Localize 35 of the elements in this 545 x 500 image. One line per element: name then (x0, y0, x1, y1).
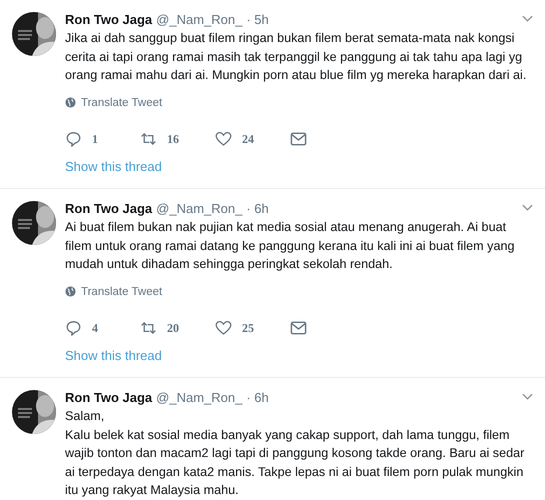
author-handle: @_Nam_Ron_ (156, 200, 242, 216)
author-name[interactable]: Ron Two Jaga (65, 200, 152, 216)
like-count: 25 (242, 320, 254, 336)
chevron-down-icon[interactable] (522, 393, 533, 401)
retweet-icon[interactable] (140, 131, 157, 147)
tweet-text: Jika ai dah sanggup buat filem ringan bukan filem berat semata-mata nak kongsi cerita ai tapi orang ramai masih tak terpanggil ke panggung ai tak tahu apa lagi yg orang ramai mahu dari ai. Mungkin porn atau blue film yg mereka harapkan dari ai. (65, 30, 528, 84)
heart-icon[interactable] (215, 320, 232, 336)
envelope-icon[interactable] (290, 320, 307, 336)
tweet-time: · 5h (246, 12, 269, 26)
tweet-text: Salam, Kalu belek kat sosial media banyak yang cakap support, dah lama tunggu, filem wajib tonton dan macam2 lagi tapi di panggung kosong takde orang. Baru ai sedar ai terpedaya dengan kata2 manis. Takpe lepas ni ai buat filem porn pulak mungkin itu yang rakyat Malaysia mahu. (65, 408, 526, 499)
reply-icon[interactable] (65, 131, 82, 147)
globe-icon (65, 286, 76, 297)
retweet-count: 20 (167, 320, 179, 336)
envelope-icon[interactable] (290, 131, 307, 147)
chevron-down-icon[interactable] (522, 204, 533, 212)
reply-icon[interactable] (65, 320, 82, 336)
globe-icon (65, 97, 76, 108)
show-thread-link[interactable]: Show this thread (65, 348, 162, 363)
retweet-icon[interactable] (140, 320, 157, 336)
translate-link[interactable]: Translate Tweet (65, 286, 162, 298)
retweet-count: 16 (167, 132, 179, 146)
translate-link[interactable]: Translate Tweet (65, 96, 162, 108)
tweet-time: · 6h (246, 200, 269, 216)
reply-count: 1 (92, 132, 98, 146)
like-count: 24 (242, 132, 254, 146)
reply-count: 4 (92, 320, 98, 336)
author-handle: @_Nam_Ron_ (156, 390, 242, 404)
tweet-time: · 6h (246, 390, 269, 404)
heart-icon[interactable] (215, 131, 232, 147)
show-thread-link[interactable]: Show this thread (65, 159, 162, 174)
author-name[interactable]: Ron Two Jaga (65, 12, 152, 26)
chevron-down-icon[interactable] (522, 15, 533, 23)
tweet-text: Ai buat filem bukan nak pujian kat media sosial atau menang anugerah. Ai buat filem untuk orang ramai datang ke panggung kerana itu kali ini ai buat filem yang mudah untuk dihadam sehingga peringkat sekolah rendah. (65, 219, 516, 273)
author-name[interactable]: Ron Two Jaga (65, 390, 152, 404)
author-handle: @_Nam_Ron_ (156, 12, 242, 26)
